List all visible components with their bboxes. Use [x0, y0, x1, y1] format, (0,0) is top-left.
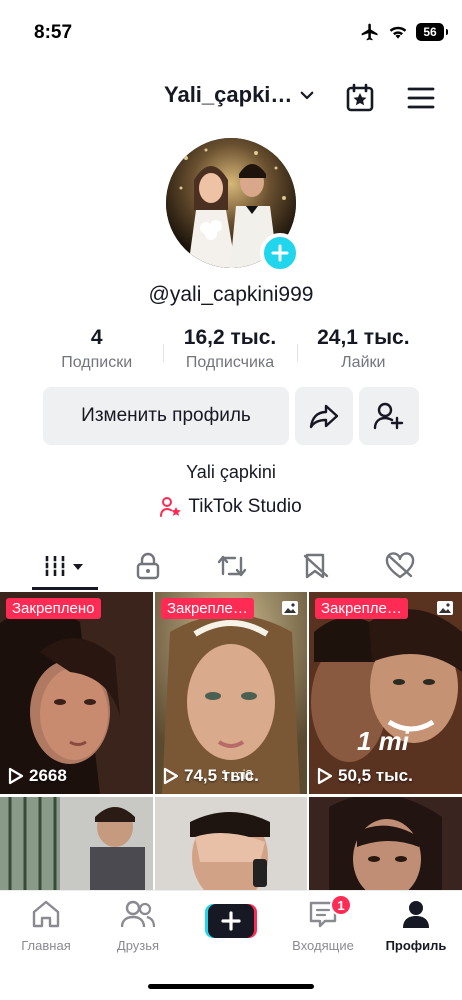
view-count: 50,5 тыс. — [317, 766, 413, 786]
video-overlay-text: 1 mi — [357, 726, 410, 756]
home-indicator — [148, 984, 314, 989]
creator-star-icon — [160, 497, 182, 517]
chevron-down-icon — [301, 91, 314, 100]
video-grid: Закреплено 2668 Закрепле… 1 mi3 74,5 тыс… — [0, 592, 462, 890]
add-avatar-button[interactable] — [260, 233, 300, 273]
plus-icon — [271, 244, 289, 262]
stat-followers-value: 16,2 тыс. — [183, 326, 277, 349]
calendar-star-button[interactable] — [342, 80, 378, 116]
view-count-value: 50,5 тыс. — [338, 766, 413, 785]
video-tile[interactable] — [155, 797, 307, 890]
play-icon — [317, 767, 333, 785]
tab-videos[interactable] — [32, 542, 98, 590]
find-friends-button[interactable] — [359, 387, 419, 445]
view-count-value: 2668 — [29, 766, 67, 785]
create-icon — [205, 904, 257, 938]
video-thumbnail — [0, 797, 153, 890]
status-bar: 8:57 56 — [0, 0, 462, 64]
home-icon — [32, 900, 60, 928]
play-icon — [163, 767, 179, 785]
wifi-icon — [389, 26, 407, 39]
lock-icon — [136, 552, 160, 580]
grid-icon — [44, 556, 83, 576]
video-thumbnail — [309, 592, 462, 794]
view-count-value: 74,5 тыс. — [184, 766, 259, 785]
tab-private[interactable] — [120, 542, 176, 590]
calendar-star-icon — [346, 83, 374, 112]
account-switcher[interactable]: Yali_çapki… — [164, 82, 316, 108]
video-tile[interactable]: Закреплено 2668 — [0, 592, 153, 794]
battery-indicator: 56 — [416, 23, 448, 41]
photo-icon — [437, 601, 453, 615]
favorites-icon — [303, 553, 329, 579]
liked-icon — [385, 552, 415, 579]
profile-header: Yali_çapki… — [0, 76, 462, 120]
tab-liked[interactable] — [372, 542, 428, 590]
status-time: 8:57 — [34, 22, 73, 43]
view-count: 74,5 тыс. — [163, 766, 259, 786]
video-thumbnail — [155, 797, 307, 890]
stat-following-value: 4 — [90, 326, 103, 349]
video-tile[interactable] — [0, 797, 153, 890]
menu-button[interactable] — [403, 80, 439, 116]
stat-likes-label: Лайки — [341, 354, 386, 371]
repost-icon — [217, 555, 247, 577]
profile-icon — [403, 901, 429, 928]
friends-icon — [120, 900, 156, 928]
stat-likes-value: 24,1 тыс. — [317, 326, 410, 349]
share-profile-button[interactable] — [295, 387, 353, 445]
nav-home-label: Главная — [21, 938, 71, 953]
nav-friends-label: Друзья — [116, 938, 160, 953]
nav-friends[interactable]: Друзья — [98, 899, 178, 953]
play-icon — [8, 767, 24, 785]
view-count: 2668 — [8, 766, 67, 786]
nav-profile-label: Профиль — [385, 938, 447, 953]
video-thumbnail — [155, 592, 307, 794]
add-friend-icon — [373, 402, 404, 430]
tab-reposts[interactable] — [204, 542, 260, 590]
share-icon — [309, 404, 339, 429]
hamburger-menu-icon — [407, 87, 435, 109]
video-thumbnail — [0, 592, 153, 794]
pinned-badge: Закрепле… — [315, 598, 408, 619]
nav-home[interactable]: Главная — [6, 899, 86, 953]
photo-icon — [282, 601, 298, 615]
tab-favorites[interactable] — [288, 542, 344, 590]
stat-following-label: Подписки — [61, 354, 133, 371]
content-tabs — [0, 542, 462, 590]
video-tile[interactable]: Закрепле… 1 mi3 74,5 тыс. — [155, 592, 307, 794]
status-icons: 56 — [360, 22, 448, 42]
airplane-icon — [361, 23, 378, 41]
studio-label: TikTok Studio — [188, 496, 302, 517]
create-button[interactable] — [205, 904, 257, 938]
video-tile[interactable] — [309, 797, 462, 890]
bottom-navigation: Главная Друзья Входящие 1 Профиль — [0, 890, 462, 1000]
pinned-badge: Закреплено — [6, 598, 101, 619]
stat-likes[interactable]: 24,1 тыс. Лайки — [296, 326, 430, 380]
pinned-badge: Закрепле… — [161, 598, 254, 619]
profile-stats: 4 Подписки 16,2 тыс. Подписчика 24,1 тыс… — [30, 326, 430, 380]
header-username: Yali_çapki… — [164, 82, 293, 107]
profile-handle: @yali_capkini999 — [148, 283, 314, 306]
video-thumbnail — [309, 797, 462, 890]
tiktok-studio-link[interactable]: TikTok Studio — [0, 496, 462, 518]
stat-followers[interactable]: 16,2 тыс. Подписчика — [163, 326, 296, 380]
edit-profile-button[interactable]: Изменить профиль — [43, 387, 289, 445]
video-tile[interactable]: Закрепле… 1 mi 50,5 тыс. — [309, 592, 462, 794]
stat-followers-label: Подписчика — [185, 354, 275, 371]
profile-bio: Yali çapkini — [186, 462, 276, 482]
active-tab-indicator — [32, 587, 98, 590]
profile-avatar-container[interactable] — [166, 138, 300, 273]
nav-inbox-label: Входящие — [292, 938, 354, 953]
inbox-notification-badge: 1 — [330, 894, 352, 916]
nav-profile[interactable]: Профиль — [376, 899, 456, 953]
stat-following[interactable]: 4 Подписки — [30, 326, 163, 380]
